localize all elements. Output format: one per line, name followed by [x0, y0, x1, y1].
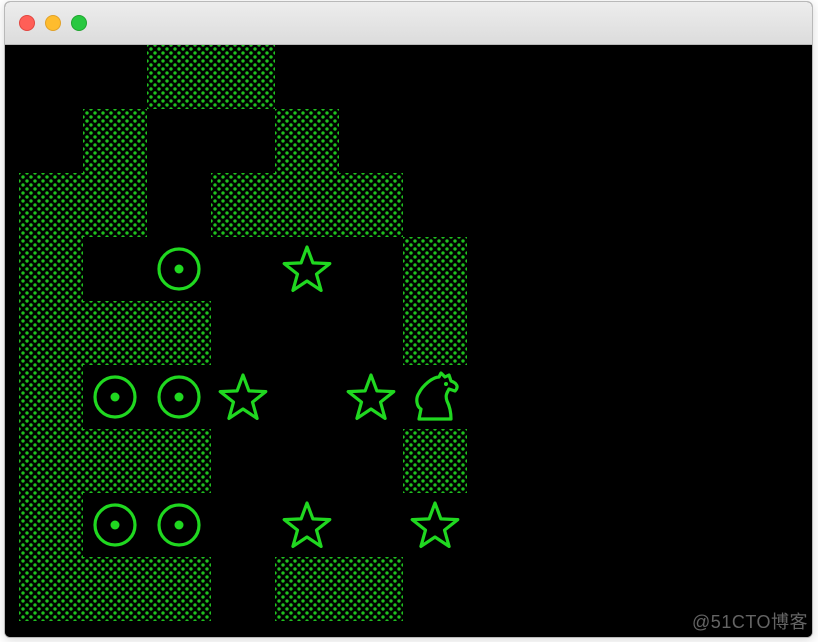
- floor-tile: [211, 301, 275, 365]
- wall-tile: [147, 45, 211, 109]
- wall-tile: [83, 557, 147, 621]
- floor-tile: [147, 173, 211, 237]
- target-marker: [83, 493, 147, 557]
- wall-tile: [339, 173, 403, 237]
- floor-tile: [211, 237, 275, 301]
- floor-tile: [275, 429, 339, 493]
- app-window: [4, 1, 813, 638]
- wall-tile: [147, 301, 211, 365]
- wall-tile: [19, 365, 83, 429]
- wall-tile: [19, 493, 83, 557]
- floor-tile: [83, 237, 147, 301]
- wall-tile: [275, 557, 339, 621]
- star-box: [211, 365, 275, 429]
- zoom-icon[interactable]: [71, 15, 87, 31]
- wall-tile: [275, 109, 339, 173]
- void-tile: [275, 45, 339, 109]
- star-box: [403, 493, 467, 557]
- floor-tile: [275, 301, 339, 365]
- floor-tile: [339, 237, 403, 301]
- floor-tile: [147, 109, 211, 173]
- wall-tile: [147, 557, 211, 621]
- wall-tile: [83, 173, 147, 237]
- wall-tile: [339, 557, 403, 621]
- target-marker: [83, 365, 147, 429]
- game-board: [19, 45, 467, 621]
- void-tile: [403, 109, 467, 173]
- void-tile: [403, 173, 467, 237]
- minimize-icon[interactable]: [45, 15, 61, 31]
- void-tile: [403, 45, 467, 109]
- wall-tile: [19, 237, 83, 301]
- star-box: [275, 493, 339, 557]
- wall-tile: [403, 429, 467, 493]
- floor-tile: [339, 429, 403, 493]
- target-marker: [147, 493, 211, 557]
- floor-tile: [211, 493, 275, 557]
- wall-tile: [403, 237, 467, 301]
- wall-tile: [211, 45, 275, 109]
- void-tile: [19, 109, 83, 173]
- player-horse-icon: [403, 365, 467, 429]
- void-tile: [83, 45, 147, 109]
- window-titlebar: [5, 2, 812, 45]
- wall-tile: [275, 173, 339, 237]
- floor-tile: [211, 429, 275, 493]
- target-marker: [147, 237, 211, 301]
- void-tile: [403, 557, 467, 621]
- wall-tile: [83, 301, 147, 365]
- void-tile: [339, 45, 403, 109]
- wall-tile: [83, 429, 147, 493]
- wall-tile: [211, 173, 275, 237]
- close-icon[interactable]: [19, 15, 35, 31]
- wall-tile: [19, 557, 83, 621]
- floor-tile: [211, 557, 275, 621]
- wall-tile: [403, 301, 467, 365]
- wall-tile: [83, 109, 147, 173]
- void-tile: [339, 109, 403, 173]
- wall-tile: [19, 301, 83, 365]
- star-box: [275, 237, 339, 301]
- wall-tile: [19, 173, 83, 237]
- floor-tile: [211, 109, 275, 173]
- star-box: [339, 365, 403, 429]
- floor-tile: [339, 301, 403, 365]
- floor-tile: [339, 493, 403, 557]
- void-tile: [19, 45, 83, 109]
- wall-tile: [147, 429, 211, 493]
- game-viewport: [5, 45, 812, 637]
- target-marker: [147, 365, 211, 429]
- wall-tile: [19, 429, 83, 493]
- floor-tile: [275, 365, 339, 429]
